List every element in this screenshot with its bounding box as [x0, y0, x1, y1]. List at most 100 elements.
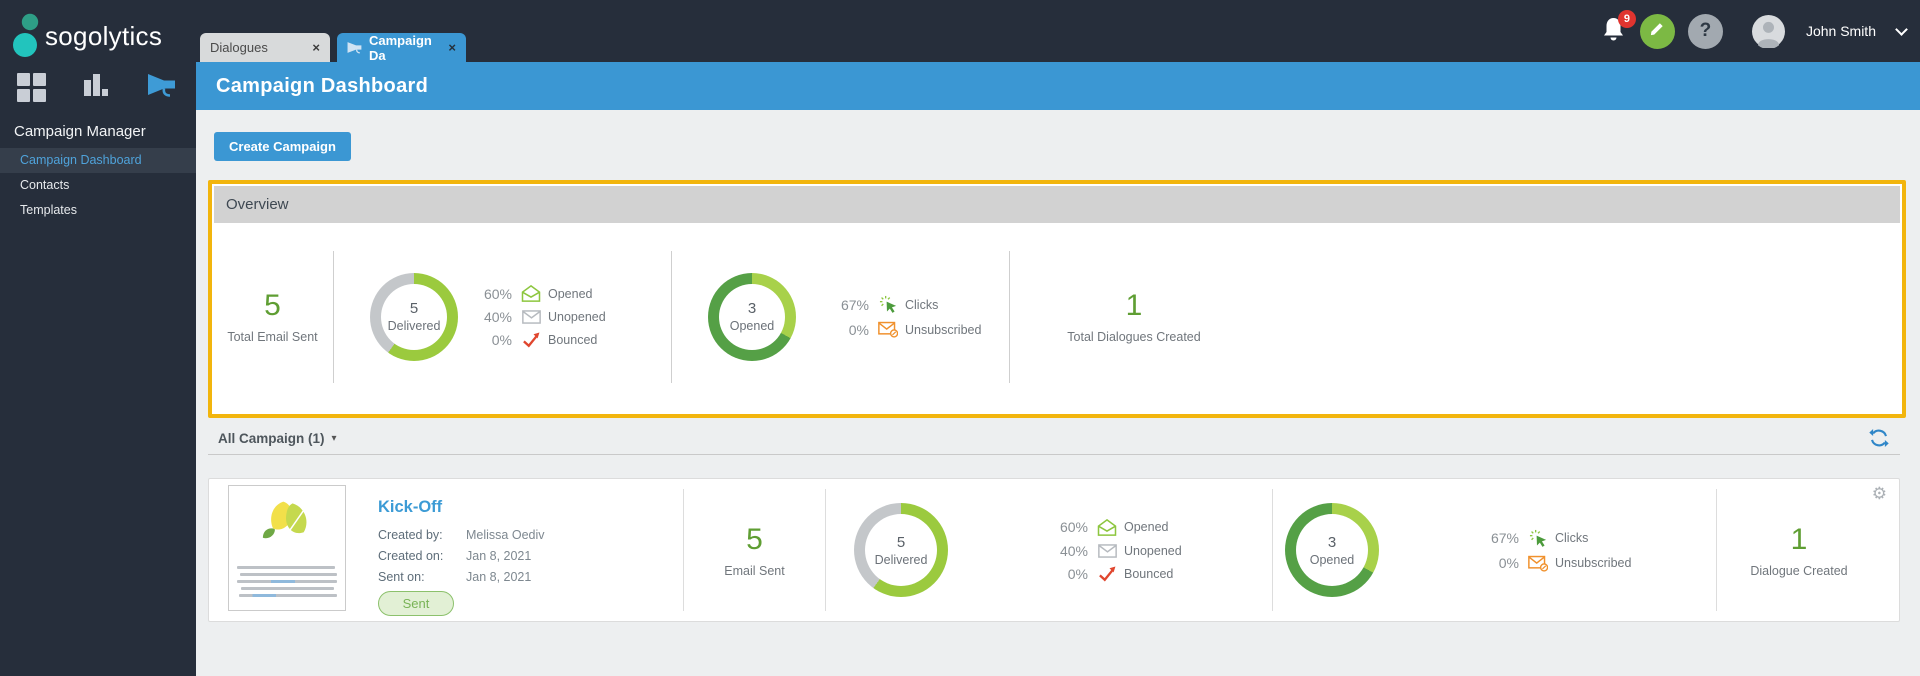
- main-content: Create Campaign Overview 5 Total Email S…: [196, 110, 1920, 676]
- help-button[interactable]: ?: [1687, 13, 1723, 49]
- legend-row: 0% Bounced: [1067, 565, 1174, 582]
- campaign-title-link[interactable]: Kick-Off: [378, 498, 545, 517]
- caret-down-icon[interactable]: ▾: [332, 433, 337, 444]
- notifications-button[interactable]: 9: [1602, 10, 1636, 47]
- overview-delivered-section: 5 Delivered 60% Opened 40% Unopened 0% B…: [334, 272, 671, 361]
- sidebar-section-label: Campaign Manager: [14, 123, 146, 140]
- campaign-dashboard-page: { "brand": { "logo_text": "sogolytics" }…: [0, 0, 1920, 676]
- legend-row: 60% Opened: [1059, 518, 1169, 536]
- apps-grid-icon[interactable]: [17, 73, 46, 102]
- gear-icon[interactable]: ⚙: [1872, 485, 1887, 502]
- legend-row: 60% Opened: [483, 285, 593, 302]
- topbar: Dialogues × Campaign Da × 9 ? John Smith: [0, 0, 1920, 63]
- refresh-button[interactable]: [1868, 427, 1890, 449]
- close-icon[interactable]: ×: [448, 40, 456, 55]
- refresh-icon: [1869, 429, 1889, 447]
- legend-row: 40% Unopened: [483, 309, 606, 325]
- opened-donut-chart: 3 Opened: [708, 272, 796, 361]
- brand-logo[interactable]: sogolytics: [12, 13, 162, 59]
- sidebar-item-contacts[interactable]: Contacts: [0, 173, 196, 198]
- opened-donut-chart: 3 Opened: [1285, 503, 1379, 597]
- legend-row: 0% Unsubscribed: [1498, 555, 1632, 572]
- unsubscribe-envelope-icon: [874, 321, 902, 338]
- sidebar: sogolytics Campaign Manager Campaign Das…: [0, 0, 196, 676]
- campaign-card: Kick-Off Created by: Melissa Oediv Creat…: [209, 484, 683, 616]
- field-row: Created by: Melissa Oediv: [378, 527, 545, 542]
- opened-legend: 67% Clicks 0% Unsubscribed: [1479, 522, 1631, 579]
- closed-envelope-icon: [517, 310, 545, 324]
- delivered-value: 5: [409, 300, 419, 317]
- dialogue-created-value: 1: [1790, 522, 1808, 556]
- tab-dialogues[interactable]: Dialogues ×: [200, 33, 330, 62]
- delivered-donut-chart: 5 Delivered: [370, 272, 458, 361]
- sidebar-item-campaign-dashboard[interactable]: Campaign Dashboard: [0, 148, 196, 173]
- legend-row: 67% Clicks: [840, 295, 939, 314]
- total-dialogues-stat: 1 Total Dialogues Created: [1054, 289, 1214, 344]
- tab-campaign-label: Campaign Da: [369, 32, 432, 63]
- legend-row: 67% Clicks: [1490, 529, 1589, 548]
- overview-header: Overview: [214, 186, 1900, 223]
- opened-legend: 67% Clicks 0% Unsubscribed: [829, 288, 981, 345]
- overview-body: 5 Total Email Sent 5 Delivered 60% Opene…: [212, 223, 1902, 410]
- bar-chart-icon[interactable]: [83, 72, 110, 102]
- cursor-click-icon: [874, 295, 902, 314]
- campaign-filter-dropdown[interactable]: All Campaign (1): [218, 431, 325, 446]
- email-sent-value: 5: [746, 522, 763, 556]
- avatar[interactable]: [1751, 14, 1785, 48]
- legend-row: 0% Bounced: [491, 332, 598, 348]
- dialogue-created-stat: 1 Dialogue Created: [1729, 523, 1869, 578]
- campaign-info: Kick-Off Created by: Melissa Oediv Creat…: [378, 485, 545, 616]
- leaf-logo-icon: [256, 496, 318, 553]
- module-switcher: [17, 72, 177, 102]
- campaign-fields: Created by: Melissa Oediv Created on: Ja…: [378, 528, 545, 584]
- tab-campaign-dashboard[interactable]: Campaign Da ×: [337, 32, 466, 63]
- megaphone-icon[interactable]: [147, 73, 177, 102]
- opened-value: 3: [747, 300, 757, 317]
- total-email-sent-stat: 5 Total Email Sent: [212, 289, 333, 344]
- campaign-thumbnail[interactable]: [228, 484, 346, 611]
- close-icon[interactable]: ×: [312, 40, 320, 55]
- sidebar-item-templates[interactable]: Templates: [0, 198, 196, 223]
- campaign-filter-bar: All Campaign (1) ▾: [208, 422, 1900, 455]
- overview-panel: Overview 5 Total Email Sent 5 Delivered …: [208, 180, 1906, 418]
- opened-envelope-icon: [1093, 518, 1121, 536]
- total-dialogues-section: 1 Total Dialogues Created: [1010, 289, 1902, 344]
- chevron-down-icon[interactable]: [1895, 22, 1908, 36]
- bell-icon: [1602, 18, 1625, 47]
- page-header: Campaign Dashboard: [196, 62, 1920, 110]
- total-email-sent-label: Total Email Sent: [227, 330, 318, 344]
- cursor-click-icon: [1524, 529, 1552, 548]
- dialogue-created-section: 1 Dialogue Created: [1717, 523, 1899, 578]
- tab-strip: Dialogues × Campaign Da ×: [200, 32, 466, 63]
- unsubscribe-envelope-icon: [1524, 555, 1552, 572]
- legend-row: 0% Unsubscribed: [848, 321, 982, 338]
- logo-dots-icon: [13, 13, 39, 57]
- notification-count-badge: 9: [1617, 10, 1636, 28]
- tab-dialogues-label: Dialogues: [210, 40, 268, 55]
- dialogue-created-label: Dialogue Created: [1750, 563, 1848, 578]
- bounce-arrow-icon: [517, 332, 545, 348]
- field-row: Created on: Jan 8, 2021: [378, 548, 532, 563]
- delivered-donut-chart: 5 Delivered: [854, 503, 948, 597]
- email-sent-stat: 5 Email Sent: [684, 523, 825, 578]
- row-opened-section: 3 Opened 67% Clicks 0% Unsubscribed: [1273, 503, 1716, 597]
- create-campaign-button[interactable]: Create Campaign: [214, 132, 351, 161]
- user-name[interactable]: John Smith: [1806, 23, 1876, 39]
- email-sent-label: Email Sent: [724, 563, 785, 578]
- compose-button[interactable]: [1639, 13, 1675, 49]
- opened-envelope-icon: [517, 285, 545, 302]
- campaign-row: ⚙ Kick-Off Created by: Melissa Oediv Cre…: [208, 478, 1900, 622]
- opened-label: Opened: [729, 319, 775, 333]
- overview-opened-section: 3 Opened 67% Clicks 0% Unsubscribed: [672, 272, 1009, 361]
- status-badge: Sent: [378, 590, 454, 616]
- pencil-icon: [1649, 20, 1666, 42]
- legend-row: 40% Unopened: [1059, 542, 1182, 559]
- delivered-legend: 60% Opened 40% Unopened 0% Bounced: [1048, 512, 1182, 589]
- sidebar-menu: Campaign Dashboard Contacts Templates: [0, 148, 196, 223]
- row-delivered-section: 5 Delivered 60% Opened 40% Unopened 0% B…: [826, 503, 1272, 597]
- total-dialogues-value: 1: [1125, 289, 1143, 322]
- topbar-actions: 9 ? John Smith: [1602, 0, 1908, 62]
- total-email-sent-value: 5: [264, 289, 281, 322]
- field-row: Sent on: Jan 8, 2021: [378, 569, 532, 584]
- delivered-label: Delivered: [387, 319, 441, 333]
